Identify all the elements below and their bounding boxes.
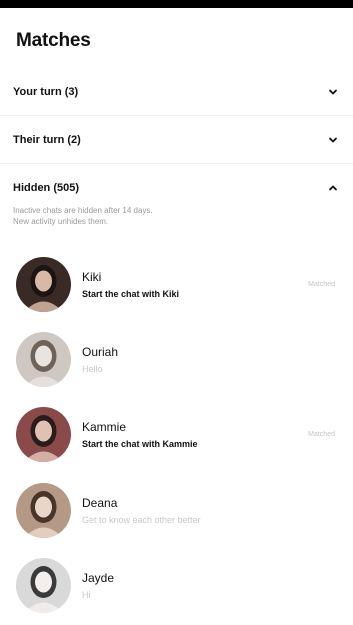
match-name: Kiki	[82, 269, 102, 284]
page-title: Matches	[16, 30, 91, 51]
section-your-turn[interactable]: Your turn (3)	[0, 80, 353, 104]
match-subtitle: Hi	[82, 589, 91, 600]
section-their-turn[interactable]: Their turn (2)	[0, 128, 353, 152]
hidden-section-note: Inactive chats are hidden after 14 days.…	[13, 205, 153, 227]
divider	[0, 163, 353, 164]
divider	[0, 115, 353, 116]
match-name: Kammie	[82, 419, 127, 434]
match-status-tag: Matched	[308, 280, 335, 288]
match-row-ouriah[interactable]: Ouriah Hello	[0, 325, 353, 393]
section-their-turn-label: Their turn (2)	[13, 134, 81, 146]
avatar[interactable]	[16, 557, 71, 613]
match-subtitle: Get to know each other better	[82, 514, 201, 525]
match-row-kiki[interactable]: Kiki Start the chat with Kiki Matched	[0, 250, 353, 318]
match-subtitle: Start the chat with Kammie	[82, 438, 198, 449]
match-row-jayde[interactable]: Jayde Hi	[0, 551, 353, 619]
avatar[interactable]	[16, 406, 71, 462]
match-subtitle: Start the chat with Kiki	[82, 288, 180, 299]
match-status-tag: Matched	[308, 430, 335, 438]
avatar[interactable]	[16, 256, 71, 312]
match-name: Deana	[82, 495, 118, 510]
section-your-turn-label: Your turn (3)	[13, 86, 79, 98]
section-hidden-header[interactable]: Hidden (505)	[0, 176, 353, 200]
section-hidden[interactable]: Hidden (505)	[0, 176, 353, 200]
match-row-deana[interactable]: Deana Get to know each other better	[0, 476, 353, 544]
avatar[interactable]	[16, 331, 71, 387]
match-name: Jayde	[82, 570, 115, 585]
avatar[interactable]	[16, 482, 71, 538]
hidden-note-line-2: New activity unhides them.	[13, 217, 109, 226]
match-subtitle: Hello	[82, 363, 103, 374]
hidden-note-line-1: Inactive chats are hidden after 14 days.	[13, 206, 153, 215]
section-their-turn-header[interactable]: Their turn (2)	[0, 128, 353, 152]
section-hidden-label: Hidden (505)	[13, 182, 80, 194]
match-row-kammie[interactable]: Kammie Start the chat with Kammie Matche…	[0, 400, 353, 468]
section-your-turn-header[interactable]: Your turn (3)	[0, 80, 353, 104]
match-name: Ouriah	[82, 344, 119, 359]
chevron-down-icon[interactable]	[326, 133, 340, 147]
chevron-up-icon[interactable]	[326, 181, 340, 195]
chevron-down-icon[interactable]	[326, 85, 340, 99]
status-bar	[0, 0, 353, 8]
